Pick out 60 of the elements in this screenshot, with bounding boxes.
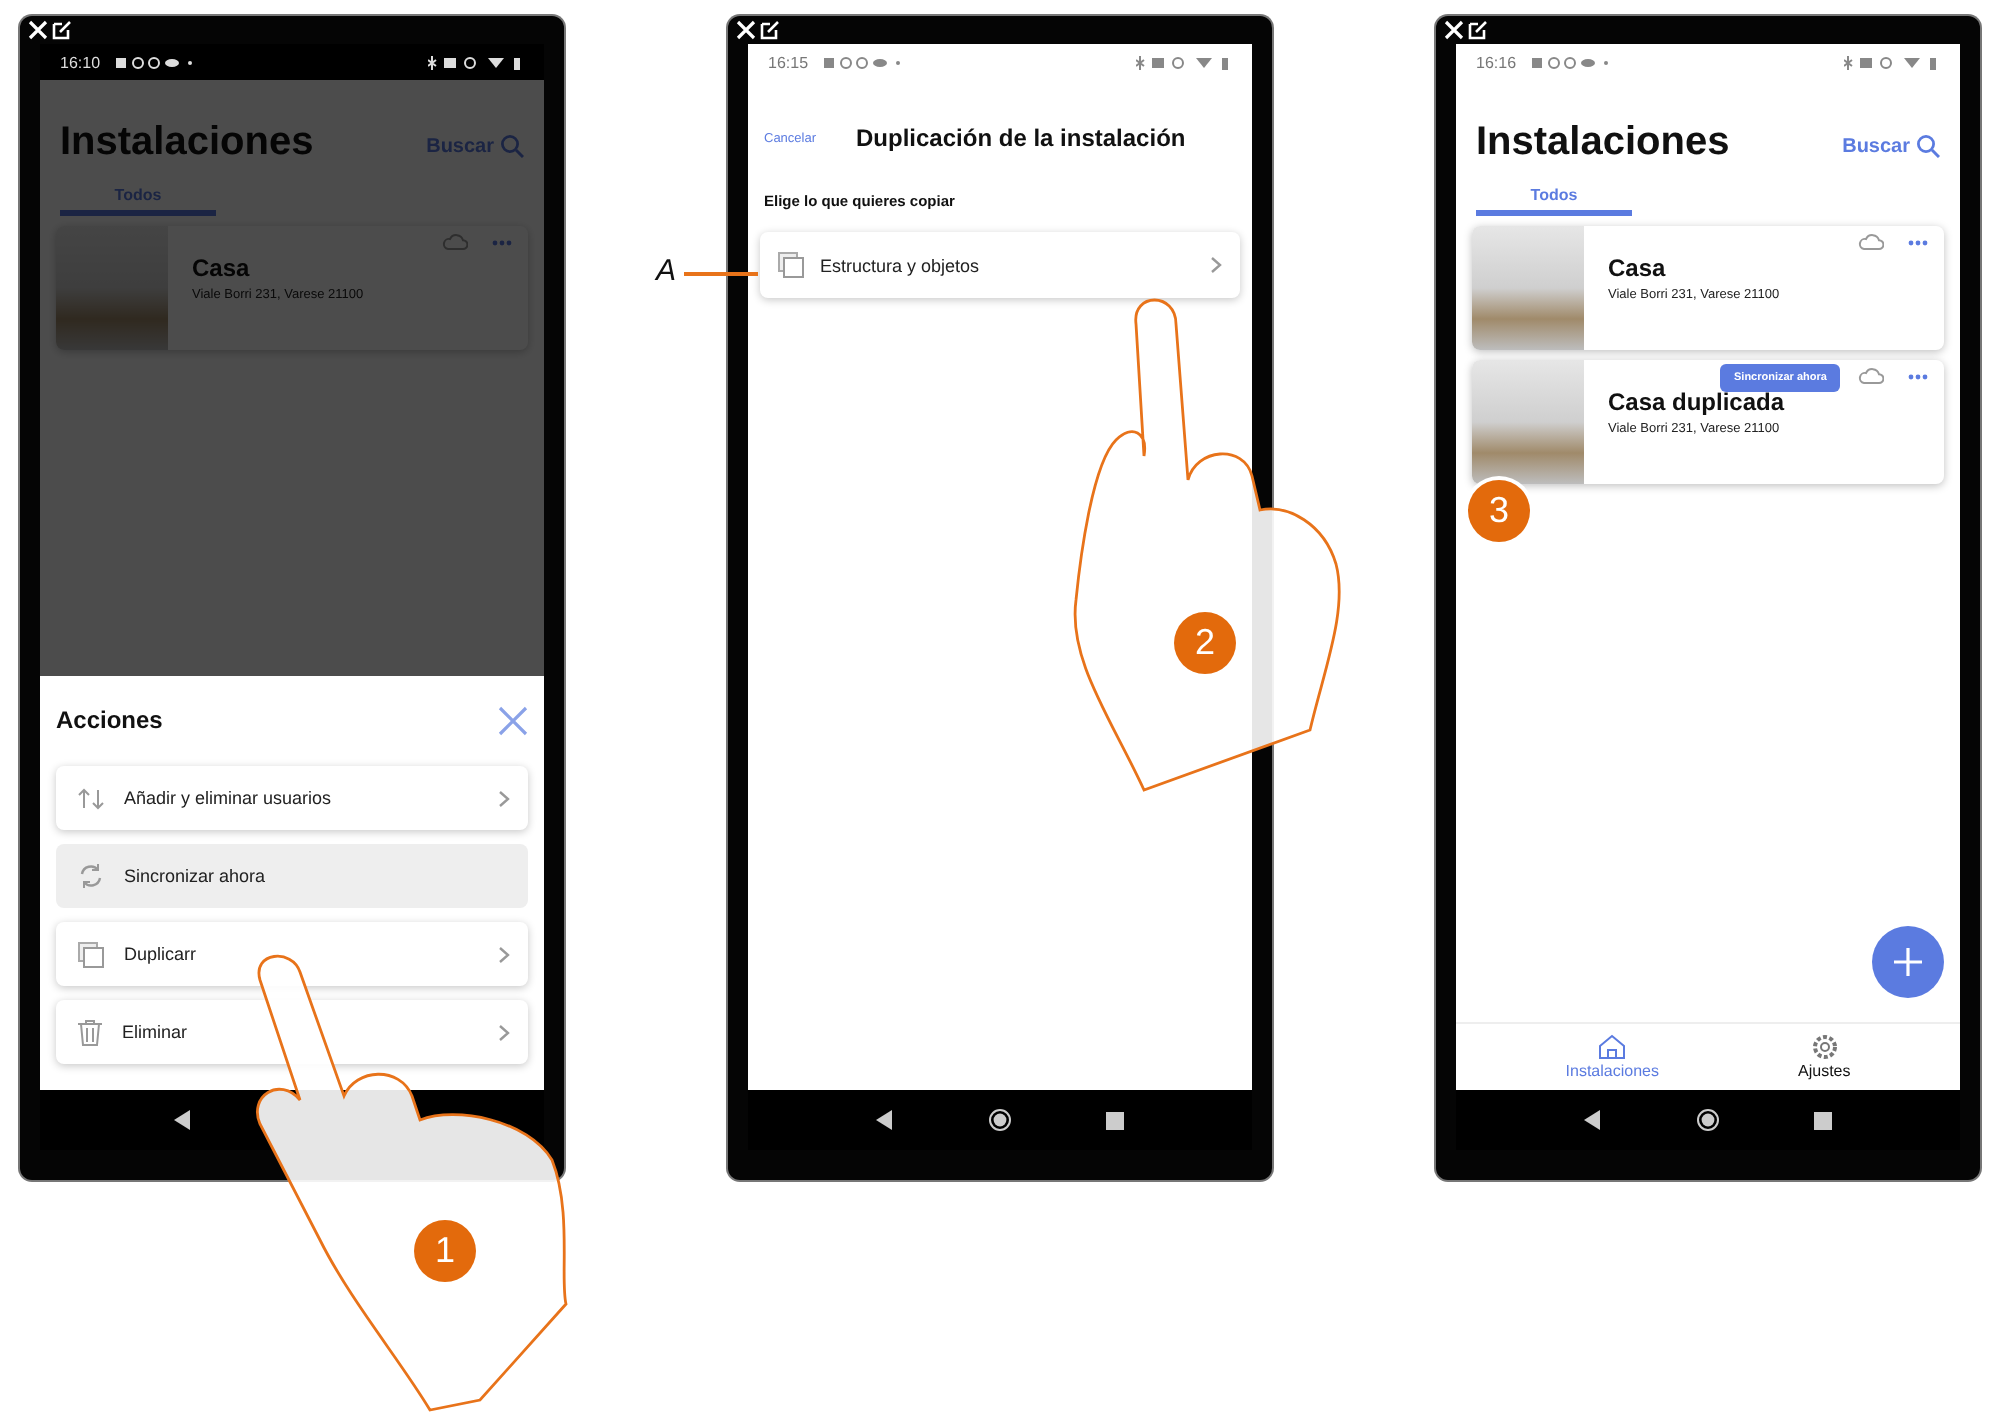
step-number-badge: 2 <box>1174 612 1236 674</box>
back-icon <box>1583 1110 1602 1130</box>
up-down-arrows-icon <box>78 787 104 809</box>
sync-icon <box>78 864 104 888</box>
system-status-icons <box>1136 55 1232 69</box>
photo-placeholder <box>1472 360 1584 484</box>
installation-name: Casa <box>1608 254 1668 282</box>
copy-icon <box>778 252 804 278</box>
status-time: 16:10 <box>60 53 101 71</box>
system-status-icons <box>1844 55 1940 69</box>
page-title: Instalaciones <box>60 120 314 166</box>
action-item[interactable]: Eliminar <box>56 1000 528 1064</box>
installation-name: Casa duplicada <box>1608 388 1787 416</box>
search-link[interactable]: Buscar <box>1842 134 1940 166</box>
home-icon <box>1598 1034 1627 1060</box>
settings-icon <box>1811 1034 1838 1060</box>
recents-icon <box>1106 1111 1125 1129</box>
bottom-nav-item[interactable]: Ajustes <box>1790 1024 1859 1090</box>
step-number-badge: 1 <box>414 1220 476 1282</box>
more-icon <box>1908 373 1928 379</box>
recents-icon <box>1814 1111 1833 1129</box>
edit-icon <box>760 20 780 40</box>
callout-letter: A <box>656 254 677 288</box>
cloud-icon <box>1858 234 1884 250</box>
page-title: Instalaciones <box>1476 120 1730 166</box>
cloud-icon <box>1858 368 1884 384</box>
system-status-icons <box>428 55 524 69</box>
filter-tab[interactable]: Todos <box>1476 186 1632 216</box>
close-icon <box>28 20 48 40</box>
step-number-badge: 3 <box>1468 480 1530 542</box>
edit-icon <box>1468 20 1488 40</box>
trash-icon <box>78 1019 102 1045</box>
chevron-right-icon <box>498 789 510 807</box>
sheet-title: Acciones <box>56 706 163 734</box>
home-button-icon <box>1695 1108 1720 1132</box>
close-icon <box>736 20 756 40</box>
close-button[interactable] <box>498 705 528 735</box>
plus-icon <box>1892 946 1924 978</box>
close-icon <box>1444 20 1464 40</box>
back-icon <box>174 1110 193 1130</box>
option-item[interactable]: Estructura y objetos <box>760 232 1240 298</box>
status-time: 16:15 <box>768 53 809 71</box>
edit-icon <box>52 20 72 40</box>
action-item[interactable]: Duplicarr <box>56 922 528 986</box>
bottom-nav-item[interactable]: Instalaciones <box>1557 1024 1667 1090</box>
screen-title: Duplicación de la instalación <box>856 124 1186 152</box>
installation-name: Casa <box>192 254 252 282</box>
back-icon <box>875 1110 894 1130</box>
more-icon <box>1908 239 1928 245</box>
copy-icon <box>78 941 104 967</box>
home-button-icon <box>987 1108 1012 1132</box>
search-icon <box>1916 134 1940 158</box>
chevron-right-icon <box>498 945 510 963</box>
action-item[interactable]: Añadir y eliminar usuarios <box>56 766 528 830</box>
leader-line <box>684 272 758 275</box>
chevron-right-icon <box>498 1023 510 1041</box>
status-time: 16:16 <box>1476 53 1517 71</box>
chevron-right-icon <box>1210 256 1222 274</box>
photo-placeholder <box>1472 226 1584 350</box>
add-button[interactable] <box>1872 926 1944 998</box>
